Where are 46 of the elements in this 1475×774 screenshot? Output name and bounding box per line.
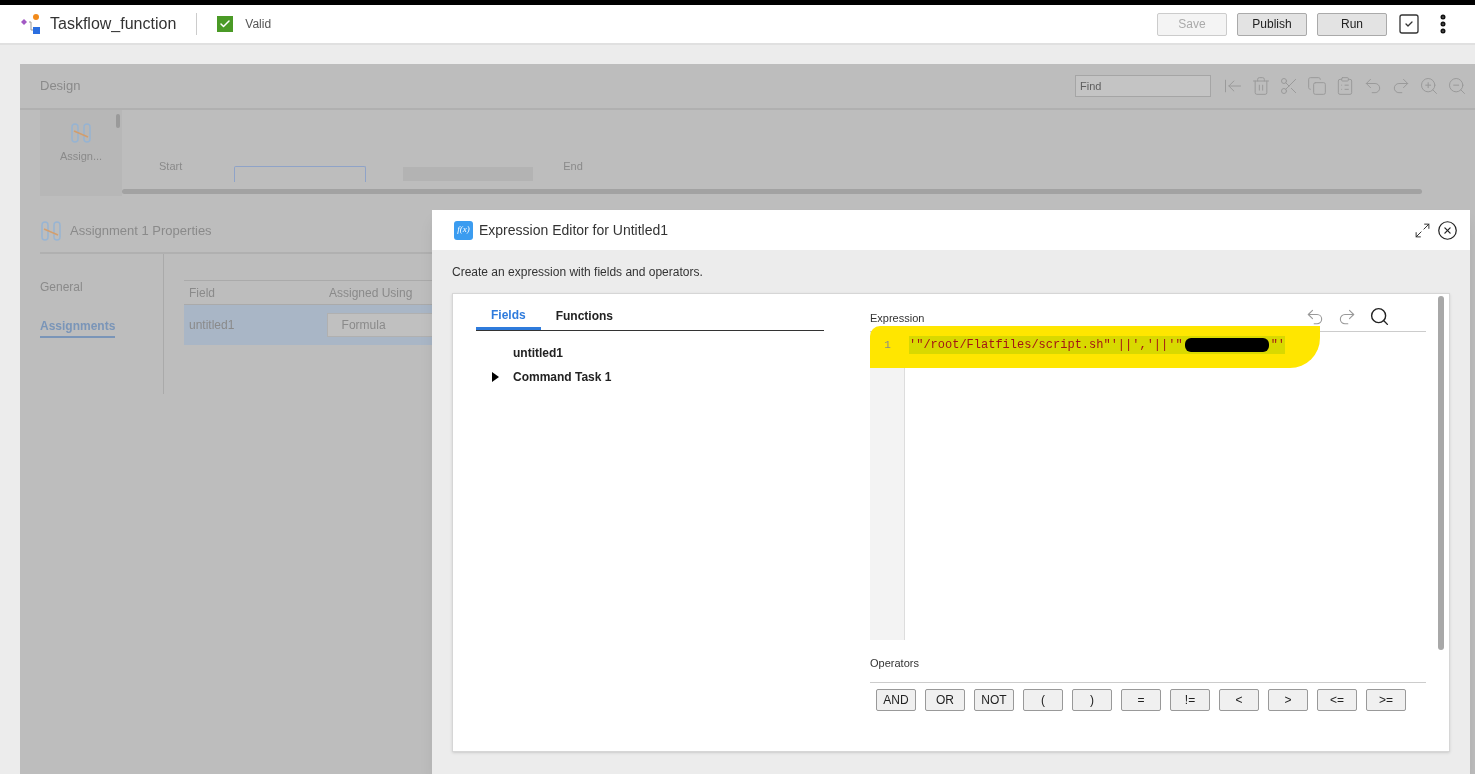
taskflow-title: Taskflow_function [50, 14, 177, 34]
close-icon[interactable] [1437, 219, 1458, 241]
undo-icon[interactable] [1363, 76, 1383, 96]
zoom-in-icon[interactable] [1419, 76, 1439, 96]
assignment-icon [70, 122, 92, 144]
operator-button[interactable]: ( [1023, 689, 1063, 711]
toolbar-button[interactable]: Run [1317, 12, 1387, 36]
canvas-node[interactable] [234, 166, 367, 182]
expand-caret-icon[interactable] [490, 372, 499, 382]
find-field[interactable]: Find [1075, 75, 1211, 97]
dialog-description: Create an expression with fields and operators. [452, 263, 703, 281]
operator-button[interactable]: NOT [974, 689, 1014, 711]
line-number: 1 [883, 337, 892, 353]
canvas-scrollbar[interactable] [122, 189, 1422, 194]
expression-label: Expression [870, 311, 925, 327]
paste-icon[interactable] [1335, 76, 1355, 96]
editor-tab[interactable]: Fields [476, 302, 541, 330]
operator-button[interactable]: OR [925, 689, 965, 711]
operator-button[interactable]: = [1121, 689, 1161, 711]
operator-button[interactable]: >= [1366, 689, 1406, 711]
status-text: Valid [245, 16, 272, 33]
operators-label: Operators [870, 657, 919, 669]
operator-button[interactable]: < [1219, 689, 1259, 711]
search-icon[interactable] [1369, 306, 1390, 327]
tree-item[interactable]: untitled1 [476, 345, 824, 361]
operator-button[interactable]: != [1170, 689, 1210, 711]
delete-icon[interactable] [1251, 76, 1271, 96]
function-icon: f(x) [454, 220, 473, 240]
copy-icon[interactable] [1307, 76, 1327, 96]
dialog-title: Expression Editor for Untitled1 [479, 220, 669, 240]
cut-icon[interactable] [1279, 76, 1299, 96]
operator-button[interactable]: > [1268, 689, 1308, 711]
editor-tab[interactable]: Functions [540, 302, 628, 330]
zoom-out-icon[interactable] [1447, 76, 1467, 96]
tree-item[interactable]: Command Task 1 [476, 369, 824, 385]
operator-button[interactable]: ) [1072, 689, 1112, 711]
expand-icon[interactable] [1414, 221, 1431, 239]
operator-button[interactable]: <= [1317, 689, 1357, 711]
assignment-icon [40, 220, 62, 242]
operator-button[interactable]: AND [876, 689, 916, 711]
toolbar-button[interactable]: Publish [1237, 12, 1307, 36]
validate-icon[interactable] [1397, 12, 1421, 36]
editor-scrollbar[interactable] [1438, 296, 1444, 650]
taskflow-logo-icon [20, 13, 42, 35]
redo-icon[interactable] [1391, 76, 1411, 96]
table-cell-text: untitled1 [188, 317, 236, 334]
